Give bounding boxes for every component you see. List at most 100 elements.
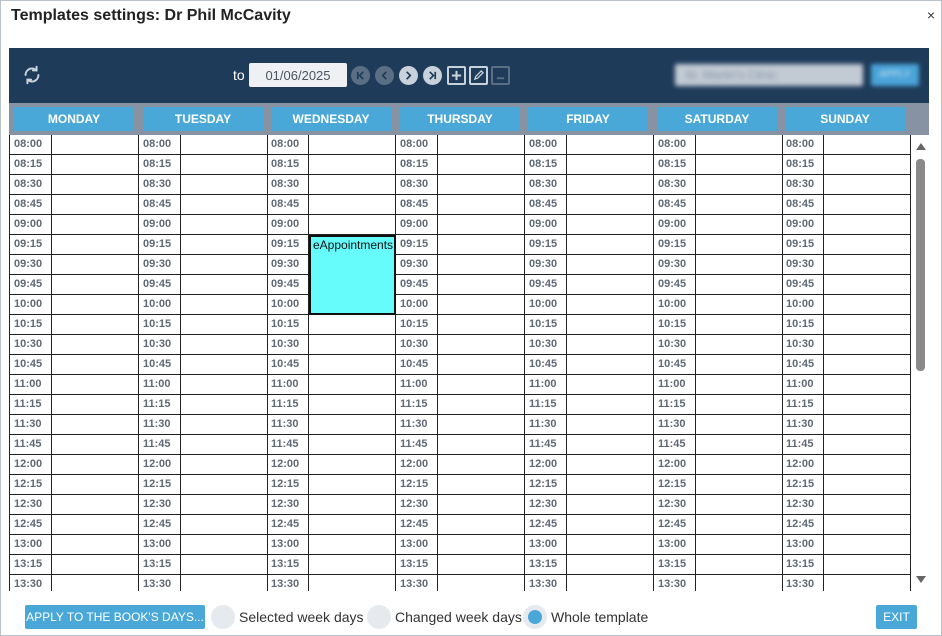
- time-slot[interactable]: [181, 475, 268, 494]
- time-slot[interactable]: [181, 175, 268, 194]
- time-slot[interactable]: [309, 375, 396, 394]
- time-slot[interactable]: [52, 415, 139, 434]
- time-slot[interactable]: [309, 195, 396, 214]
- time-slot[interactable]: [696, 335, 783, 354]
- time-slot[interactable]: [696, 415, 783, 434]
- edit-icon[interactable]: [469, 66, 488, 85]
- time-slot[interactable]: [567, 175, 654, 194]
- vertical-scrollbar[interactable]: [912, 135, 929, 591]
- time-slot[interactable]: [567, 395, 654, 414]
- time-slot[interactable]: [696, 215, 783, 234]
- time-slot[interactable]: [567, 255, 654, 274]
- time-slot[interactable]: [309, 155, 396, 174]
- time-slot[interactable]: [696, 375, 783, 394]
- time-slot[interactable]: [696, 575, 783, 591]
- time-slot[interactable]: [181, 355, 268, 374]
- time-slot[interactable]: [824, 515, 911, 534]
- time-slot[interactable]: [52, 455, 139, 474]
- time-slot[interactable]: [438, 195, 525, 214]
- time-slot[interactable]: [567, 575, 654, 591]
- time-slot[interactable]: [696, 315, 783, 334]
- time-slot[interactable]: [181, 395, 268, 414]
- time-slot[interactable]: [824, 435, 911, 454]
- day-header-saturday[interactable]: SATURDAY: [657, 107, 777, 131]
- time-slot[interactable]: [181, 275, 268, 294]
- time-slot[interactable]: [567, 135, 654, 154]
- time-slot[interactable]: [567, 535, 654, 554]
- time-slot[interactable]: [181, 515, 268, 534]
- last-page-icon[interactable]: [423, 66, 442, 85]
- time-slot[interactable]: [824, 195, 911, 214]
- time-slot[interactable]: [567, 555, 654, 574]
- time-slot[interactable]: [52, 135, 139, 154]
- time-slot[interactable]: [824, 175, 911, 194]
- time-slot[interactable]: [181, 555, 268, 574]
- time-slot[interactable]: [438, 415, 525, 434]
- time-slot[interactable]: [309, 315, 396, 334]
- add-icon[interactable]: [447, 66, 466, 85]
- time-slot[interactable]: [696, 535, 783, 554]
- time-slot[interactable]: [567, 195, 654, 214]
- time-slot[interactable]: [438, 495, 525, 514]
- time-slot[interactable]: [181, 375, 268, 394]
- time-slot[interactable]: [696, 195, 783, 214]
- day-header-monday[interactable]: MONDAY: [14, 107, 134, 131]
- time-slot[interactable]: [824, 335, 911, 354]
- time-slot[interactable]: [824, 415, 911, 434]
- time-slot[interactable]: [696, 255, 783, 274]
- time-slot[interactable]: [824, 235, 911, 254]
- time-slot[interactable]: [309, 435, 396, 454]
- time-slot[interactable]: [309, 495, 396, 514]
- time-slot[interactable]: [438, 475, 525, 494]
- time-slot[interactable]: [696, 295, 783, 314]
- time-slot[interactable]: [309, 555, 396, 574]
- previous-icon[interactable]: [375, 66, 394, 85]
- time-slot[interactable]: [309, 475, 396, 494]
- time-slot[interactable]: [696, 275, 783, 294]
- location-select[interactable]: St. Martin's Clinic: [675, 64, 863, 86]
- apply-button-blurred[interactable]: APPLY: [871, 64, 919, 86]
- next-icon[interactable]: [399, 66, 418, 85]
- refresh-icon[interactable]: [21, 64, 43, 86]
- time-slot[interactable]: [181, 455, 268, 474]
- time-slot[interactable]: [181, 535, 268, 554]
- time-slot[interactable]: [824, 155, 911, 174]
- time-slot[interactable]: [181, 295, 268, 314]
- time-slot[interactable]: [824, 315, 911, 334]
- time-slot[interactable]: [696, 355, 783, 374]
- remove-icon[interactable]: [491, 66, 510, 85]
- time-slot[interactable]: [52, 155, 139, 174]
- time-slot[interactable]: [438, 355, 525, 374]
- time-slot[interactable]: [52, 475, 139, 494]
- time-slot[interactable]: [438, 295, 525, 314]
- time-slot[interactable]: [567, 215, 654, 234]
- time-slot[interactable]: [309, 415, 396, 434]
- time-slot[interactable]: [181, 335, 268, 354]
- time-slot[interactable]: [696, 155, 783, 174]
- time-slot[interactable]: [567, 335, 654, 354]
- time-slot[interactable]: [438, 175, 525, 194]
- time-slot[interactable]: [438, 515, 525, 534]
- time-slot[interactable]: [824, 495, 911, 514]
- time-slot[interactable]: [567, 495, 654, 514]
- time-slot[interactable]: [567, 275, 654, 294]
- time-slot[interactable]: [438, 455, 525, 474]
- time-slot[interactable]: [52, 195, 139, 214]
- time-slot[interactable]: [181, 495, 268, 514]
- time-slot[interactable]: [824, 275, 911, 294]
- time-slot[interactable]: [438, 155, 525, 174]
- time-slot[interactable]: [181, 215, 268, 234]
- time-slot[interactable]: [696, 135, 783, 154]
- scroll-thumb[interactable]: [916, 159, 925, 371]
- day-header-sunday[interactable]: SUNDAY: [785, 107, 905, 131]
- time-slot[interactable]: [567, 415, 654, 434]
- time-slot[interactable]: [567, 295, 654, 314]
- time-slot[interactable]: [52, 295, 139, 314]
- time-slot[interactable]: [52, 495, 139, 514]
- time-slot[interactable]: [309, 355, 396, 374]
- radio-dot[interactable]: [211, 605, 235, 629]
- time-slot[interactable]: [824, 215, 911, 234]
- time-slot[interactable]: [824, 395, 911, 414]
- time-slot[interactable]: [438, 575, 525, 591]
- time-slot[interactable]: [52, 535, 139, 554]
